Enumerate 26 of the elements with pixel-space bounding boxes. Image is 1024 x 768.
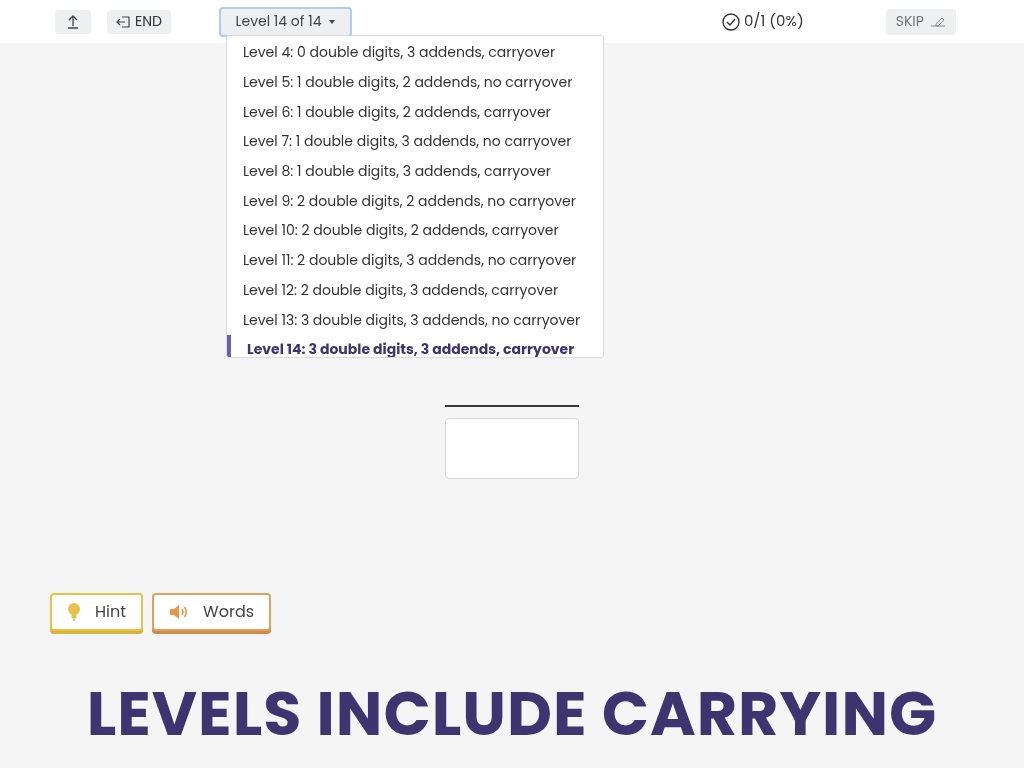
menu-item[interactable]: Level 7: 1 double digits, 3 addends, no carryover xyxy=(227,127,603,157)
banner-text: LEVELS INCLUDE CARRYING xyxy=(85,683,939,745)
upload-icon xyxy=(67,14,79,29)
menu-item[interactable]: Level 8: 1 double digits, 3 addends, carryover xyxy=(227,156,603,187)
menu-item[interactable]: Level 9: 2 double digits, 2 addends, no carryover xyxy=(227,186,603,217)
level-dropdown[interactable]: Level 14 of 14 xyxy=(218,6,352,37)
caret-icon xyxy=(329,19,336,24)
lightbulb-icon xyxy=(67,602,81,622)
answer-field[interactable] xyxy=(445,418,579,479)
check-circle-icon xyxy=(721,12,740,31)
words-button[interactable]: Words xyxy=(152,593,272,631)
hint-button[interactable]: Hint xyxy=(50,593,144,631)
exit-icon xyxy=(116,15,130,28)
menu-item[interactable]: Level 11: 2 double digits, 3 addends, no carryover xyxy=(227,245,603,276)
menu-item[interactable]: Level 6: 1 double digits, 2 addends, carryover xyxy=(227,97,603,128)
menu-item[interactable]: Level 13: 3 double digits, 3 addends, no carryover xyxy=(227,305,603,335)
end-button[interactable]: END xyxy=(107,9,171,34)
menu-item[interactable]: Level 12: 2 double digits, 3 addends, carryover xyxy=(227,275,603,306)
menu-item[interactable]: Level 4: 0 double digits, 3 addends, carryover xyxy=(227,38,603,68)
upload-button[interactable] xyxy=(55,9,91,34)
speaker-icon xyxy=(169,604,190,620)
menu-item[interactable]: Level 5: 1 double digits, 2 addends, no carryover xyxy=(227,67,603,98)
pencil-icon xyxy=(929,16,946,27)
skip-button[interactable]: SKIP xyxy=(885,8,956,35)
menu-item[interactable]: Level 10: 2 double digits, 2 addends, carryover xyxy=(227,216,603,246)
progress-count: 0/1 (0%) xyxy=(743,10,804,33)
